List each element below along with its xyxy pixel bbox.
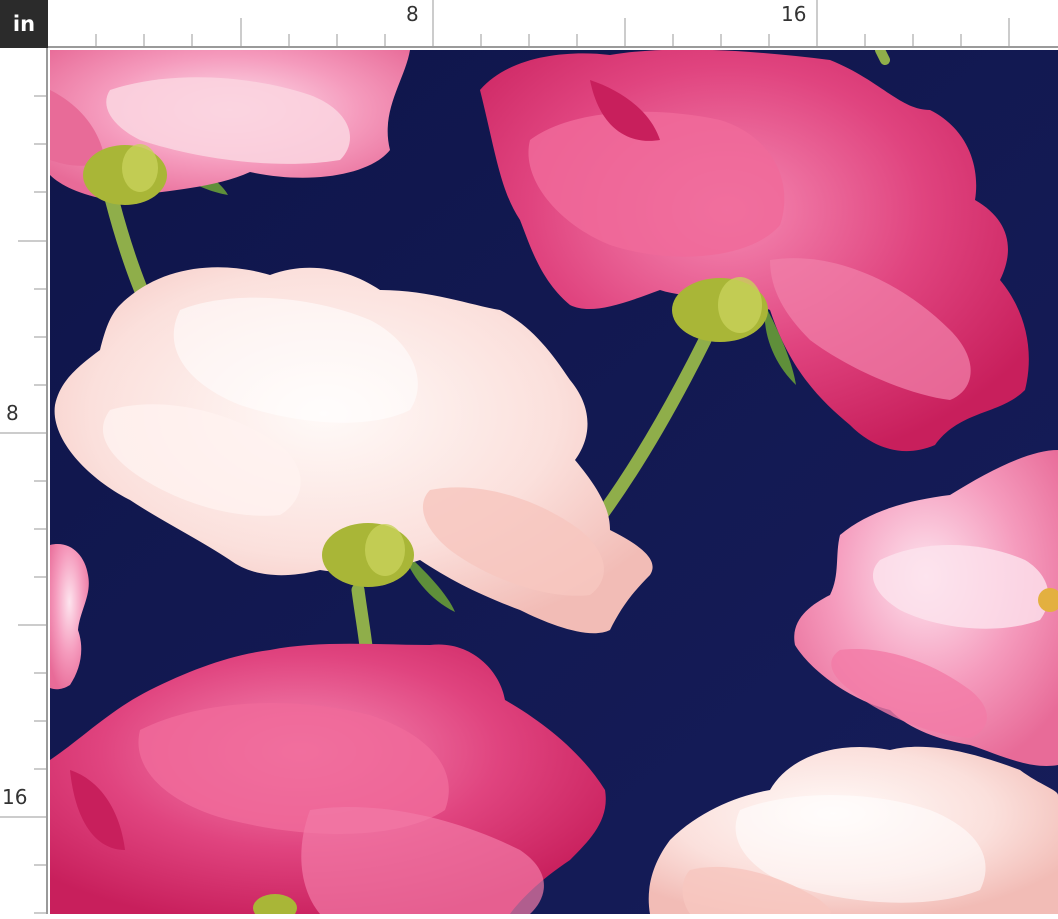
ruler-top-label-16: 16 bbox=[781, 2, 807, 26]
unit-label: in bbox=[12, 12, 36, 36]
horizontal-ruler-ticks bbox=[95, 0, 1010, 46]
ruler-top-label-8: 8 bbox=[406, 2, 419, 26]
horizontal-ruler: 8 16 bbox=[48, 0, 1058, 48]
vertical-ruler: 8 16 bbox=[0, 48, 48, 914]
ruler-left-label-16: 16 bbox=[2, 785, 28, 809]
ruler-left-label-8: 8 bbox=[6, 401, 19, 425]
peony-pattern-artwork bbox=[50, 50, 1058, 914]
unit-indicator: in bbox=[0, 0, 48, 48]
fabric-pattern-preview bbox=[50, 50, 1058, 914]
